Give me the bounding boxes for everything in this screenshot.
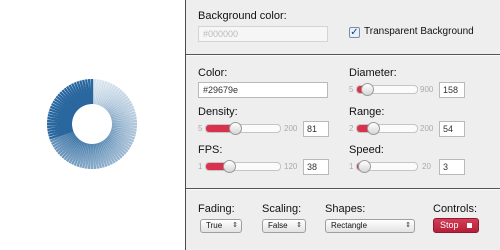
density-value-input[interactable]: 81 [303, 121, 329, 137]
controls-label: Controls: [433, 203, 478, 215]
stop-button-label: Stop [440, 220, 459, 230]
color-input[interactable]: #29679e [198, 82, 328, 98]
fading-selected-value: True [206, 221, 223, 230]
density-min: 5 [198, 124, 203, 133]
fading-label: Fading: [198, 203, 235, 215]
stop-button[interactable]: Stop [433, 218, 479, 233]
spinner-preview [0, 0, 185, 250]
density-slider-thumb[interactable] [229, 122, 242, 135]
range-max: 200 [420, 124, 434, 133]
donut-spinner-icon [47, 79, 137, 169]
scaling-selected-value: False [268, 221, 288, 230]
fps-label: FPS: [198, 144, 223, 156]
fps-min: 1 [198, 162, 203, 171]
settings-panel: Background color: #000000 ✓ Transparent … [185, 0, 500, 250]
shapes-label: Shapes: [325, 203, 366, 215]
spinner-segment [47, 124, 73, 129]
range-min: 2 [349, 124, 354, 133]
stop-square-icon [467, 223, 472, 228]
speed-max: 20 [422, 162, 431, 171]
select-arrows-icon: ⇕ [296, 222, 302, 229]
background-color-label: Background color: [198, 10, 287, 22]
density-max: 200 [284, 124, 298, 133]
speed-slider-thumb[interactable] [358, 160, 371, 173]
shapes-select[interactable]: Rectangle ⇕ [325, 219, 415, 233]
diameter-value-input[interactable]: 158 [439, 82, 465, 98]
range-label: Range: [349, 106, 385, 118]
diameter-min: 5 [349, 85, 354, 94]
spinner-segment [111, 119, 137, 124]
background-color-input[interactable]: #000000 [198, 26, 328, 42]
shapes-selected-value: Rectangle [331, 221, 368, 230]
diameter-max: 900 [420, 85, 434, 94]
transparent-background-label: Transparent Background [364, 26, 474, 37]
diameter-slider[interactable] [356, 83, 418, 96]
speed-value-input[interactable]: 3 [439, 159, 465, 175]
speed-min: 1 [349, 162, 354, 171]
range-slider-thumb[interactable] [367, 122, 380, 135]
range-value-input[interactable]: 54 [439, 121, 465, 137]
range-slider[interactable] [356, 122, 418, 135]
transparent-background-checkbox[interactable]: ✓ [349, 27, 360, 38]
fps-slider[interactable] [205, 160, 281, 173]
fps-max: 120 [284, 162, 298, 171]
fps-slider-thumb[interactable] [223, 160, 236, 173]
section-divider-1 [186, 54, 500, 56]
diameter-slider-thumb[interactable] [361, 83, 374, 96]
select-arrows-icon: ⇕ [232, 222, 238, 229]
scaling-label: Scaling: [262, 203, 302, 215]
density-label: Density: [198, 106, 238, 118]
section-divider-2 [186, 188, 500, 190]
diameter-label: Diameter: [349, 67, 397, 79]
scaling-select[interactable]: False ⇕ [262, 219, 306, 233]
spinner-segment [87, 79, 92, 105]
speed-label: Speed: [349, 144, 384, 156]
color-label: Color: [198, 67, 228, 79]
fading-select[interactable]: True ⇕ [200, 219, 242, 233]
density-slider[interactable] [205, 122, 281, 135]
fps-value-input[interactable]: 38 [303, 159, 329, 175]
speed-slider[interactable] [356, 160, 418, 173]
select-arrows-icon: ⇕ [405, 222, 411, 229]
spinner-segment [92, 143, 97, 169]
